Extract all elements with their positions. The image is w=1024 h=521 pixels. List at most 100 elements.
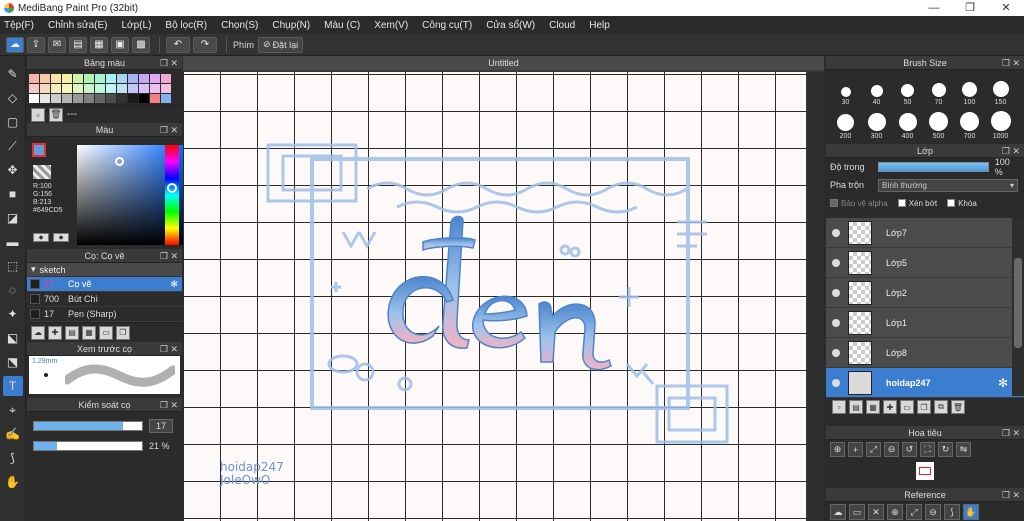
magic-wand-tool-icon[interactable]: ✦ xyxy=(3,304,23,324)
operation-tool-icon[interactable]: ⌖ xyxy=(3,400,23,420)
text-tool-icon[interactable]: T xyxy=(2,376,23,396)
brush-tool-icon[interactable]: ✎ xyxy=(3,64,23,84)
new-halftone-layer-icon[interactable]: ▤ xyxy=(849,400,863,414)
navigator-thumbnail[interactable] xyxy=(916,462,934,480)
color-mode-button[interactable]: ◆ xyxy=(53,233,69,242)
blur-tool-icon[interactable]: ✍ xyxy=(3,424,23,444)
palette-swatch[interactable] xyxy=(29,74,39,83)
panel-float-close-icon[interactable]: ❐ ✕ xyxy=(160,398,178,412)
brush-size-option[interactable]: 40 xyxy=(861,74,892,106)
cloud-icon[interactable]: ☁ xyxy=(6,36,24,53)
palette-swatch[interactable] xyxy=(139,94,149,103)
menu-view[interactable]: Xem(V) xyxy=(374,20,408,31)
palette-swatch[interactable] xyxy=(128,74,138,83)
visibility-icon[interactable] xyxy=(832,228,840,237)
palette-swatch[interactable] xyxy=(117,74,127,83)
palette-swatch[interactable] xyxy=(106,94,116,103)
brush-size-option[interactable]: 300 xyxy=(861,108,892,140)
rotate-left-icon[interactable]: ↺ xyxy=(902,442,917,457)
palette-swatch[interactable] xyxy=(51,74,61,83)
brush-size-option[interactable]: 200 xyxy=(830,108,861,140)
menu-cloud[interactable]: Cloud xyxy=(549,20,575,31)
palette-swatch[interactable] xyxy=(40,94,50,103)
rotate-right-icon[interactable]: ↻ xyxy=(938,442,953,457)
panel-float-close-icon[interactable]: ❐ ✕ xyxy=(1002,488,1020,502)
share-icon[interactable]: ⇪ xyxy=(27,36,45,53)
palette-swatch[interactable] xyxy=(29,94,39,103)
add-layer-menu-icon[interactable]: ✚ xyxy=(883,400,897,414)
comment-icon[interactable]: ✉ xyxy=(48,36,66,53)
new-8bit-layer-icon[interactable]: ▦ xyxy=(866,400,880,414)
palette-swatch[interactable] xyxy=(73,84,83,93)
panel-float-close-icon[interactable]: ❐ ✕ xyxy=(1002,144,1020,158)
undo-icon[interactable]: ↶ xyxy=(166,36,190,53)
palette-swatches[interactable] xyxy=(27,70,182,105)
menu-tools[interactable]: Công cụ(T) xyxy=(422,20,472,31)
gradient-tool-icon[interactable]: ▬ xyxy=(3,232,23,252)
menu-capture[interactable]: Chụp(N) xyxy=(272,20,310,31)
redo-icon[interactable]: ↷ xyxy=(193,36,217,53)
bucket-tool-icon[interactable]: ◪ xyxy=(3,208,23,228)
zoom-out-icon[interactable]: ⊖ xyxy=(884,442,899,457)
brush-size-option[interactable]: 400 xyxy=(892,108,923,140)
ref-hand-icon[interactable]: ✋ xyxy=(963,504,979,520)
visibility-icon[interactable] xyxy=(832,348,840,357)
clipping-checkbox[interactable]: Xén bớt xyxy=(897,199,937,208)
brush-size-option[interactable]: 1000 xyxy=(985,108,1016,140)
zoom-in-icon[interactable]: ⊕ xyxy=(830,442,845,457)
brush-item[interactable]: 17 Pen (Sharp) xyxy=(27,307,182,322)
brush-item[interactable]: 17 Cọ vẽ ✻ xyxy=(27,277,182,292)
palette-swatch[interactable] xyxy=(51,84,61,93)
hand-tool-icon[interactable]: ✋ xyxy=(3,472,23,492)
brush-item[interactable]: 700 Bút Chì xyxy=(27,292,182,307)
gear-icon[interactable]: ✻ xyxy=(170,279,178,290)
foreground-color-swatch[interactable] xyxy=(32,143,46,157)
palette-swatch[interactable] xyxy=(161,94,171,103)
palette-swatch[interactable] xyxy=(95,84,105,93)
ref-close-icon[interactable]: ✕ xyxy=(868,504,884,520)
folder-icon[interactable]: ▭ xyxy=(99,325,113,340)
palette-swatch[interactable] xyxy=(117,94,127,103)
move-tool-icon[interactable]: ✥ xyxy=(3,160,23,180)
ref-zoom-out-icon[interactable]: ⊖ xyxy=(925,504,941,520)
new-palette-icon[interactable]: ▫ xyxy=(31,107,45,122)
panel-float-close-icon[interactable]: ❐ ✕ xyxy=(1002,56,1020,70)
ref-zoom-in-icon[interactable]: ⊕ xyxy=(887,504,903,520)
select-rect-tool-icon[interactable]: ⬚ xyxy=(3,256,23,276)
grid-icon[interactable]: ▩ xyxy=(132,36,150,53)
canvas-scrollbar[interactable] xyxy=(807,72,824,521)
eraser-tool-icon[interactable]: ◇ xyxy=(3,88,23,108)
layer-item[interactable]: Lớp7 xyxy=(826,218,1024,248)
navigator-viewport[interactable] xyxy=(919,467,931,475)
rect-tool-icon[interactable]: ▢ xyxy=(3,112,23,132)
layer-item[interactable]: Lớp8 xyxy=(826,338,1024,368)
hue-cursor[interactable] xyxy=(167,183,177,193)
delete-palette-icon[interactable]: 🗑 xyxy=(49,107,63,122)
close-button[interactable]: ✕ xyxy=(988,0,1024,16)
brush-size-value[interactable]: 17 xyxy=(149,419,173,433)
doc-icon[interactable]: ▦ xyxy=(90,36,108,53)
palette-swatch[interactable] xyxy=(84,84,94,93)
palette-swatch[interactable] xyxy=(51,94,61,103)
protect-alpha-checkbox[interactable]: Bảo vệ alpha xyxy=(830,199,888,208)
visibility-icon[interactable] xyxy=(832,288,840,297)
layer-opacity-slider[interactable] xyxy=(877,162,989,172)
brush-opacity-slider[interactable] xyxy=(33,441,143,451)
panel-float-close-icon[interactable]: ❐ ✕ xyxy=(1002,426,1020,440)
palette-swatch[interactable] xyxy=(73,74,83,83)
document-tab[interactable]: Untitled xyxy=(183,56,824,70)
brush-size-option[interactable]: 50 xyxy=(892,74,923,106)
menu-select[interactable]: Chọn(S) xyxy=(221,20,258,31)
layout-icon[interactable]: ▣ xyxy=(111,36,129,53)
palette-swatch[interactable] xyxy=(139,74,149,83)
palette-swatch[interactable] xyxy=(150,94,160,103)
sv-cursor[interactable] xyxy=(115,157,124,166)
brush-doc-icon[interactable]: ▦ xyxy=(82,325,96,340)
maximize-button[interactable]: ❐ xyxy=(952,0,988,16)
visibility-icon[interactable] xyxy=(832,318,840,327)
ref-cloud-icon[interactable]: ☁ xyxy=(830,504,846,520)
duplicate-layer-icon[interactable]: ❐ xyxy=(917,400,931,414)
fit-icon[interactable]: ⤢ xyxy=(866,442,881,457)
palette-swatch[interactable] xyxy=(95,74,105,83)
layer-item[interactable]: Lớp1 xyxy=(826,308,1024,338)
